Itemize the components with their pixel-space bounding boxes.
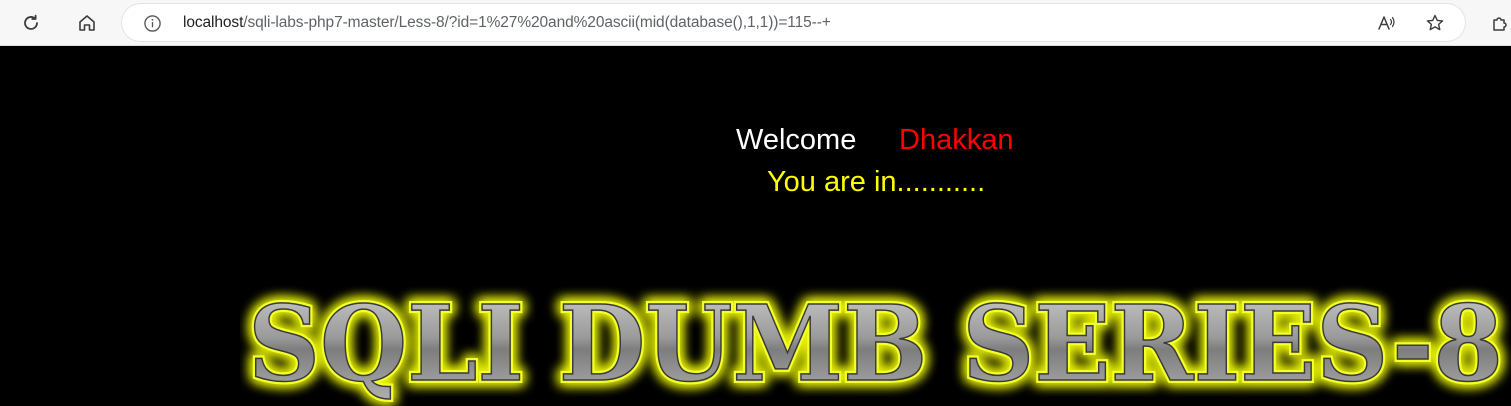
series-banner-image: SQLI DUMB SERIES-8 SQLI DUMB SERIES-8 SQ…: [240, 270, 1511, 406]
welcome-line: Welcome Dhakkan: [0, 120, 1511, 160]
login-status-message: You are in...........: [767, 166, 986, 198]
read-aloud-button[interactable]: [1375, 12, 1397, 34]
refresh-icon: [24, 14, 38, 30]
page-content: Welcome Dhakkan You are in........... SQ…: [0, 46, 1511, 406]
banner-text: SQLI DUMB SERIES-8: [248, 282, 1503, 405]
favorite-button[interactable]: [1424, 12, 1446, 34]
extensions-icon: [1492, 17, 1507, 31]
info-icon: [143, 14, 161, 32]
site-info-button[interactable]: [142, 13, 162, 33]
url-path: /sqli-labs-php7-master/Less-8/?id=1%27%2…: [243, 14, 831, 31]
address-bar[interactable]: localhost/sqli-labs-php7-master/Less-8/?…: [122, 4, 1465, 41]
browser-toolbar: localhost/sqli-labs-php7-master/Less-8/?…: [0, 0, 1511, 46]
url-host: localhost: [183, 14, 244, 31]
home-button[interactable]: [71, 7, 103, 39]
welcome-label: Welcome: [736, 124, 857, 156]
favorite-star-icon: [1426, 14, 1444, 31]
url-text[interactable]: localhost/sqli-labs-php7-master/Less-8/?…: [183, 13, 831, 33]
extensions-button[interactable]: [1488, 7, 1511, 39]
read-aloud-icon: [1378, 16, 1395, 30]
welcome-username: Dhakkan: [899, 124, 1014, 156]
home-icon: [79, 15, 95, 31]
refresh-button[interactable]: [15, 7, 47, 39]
